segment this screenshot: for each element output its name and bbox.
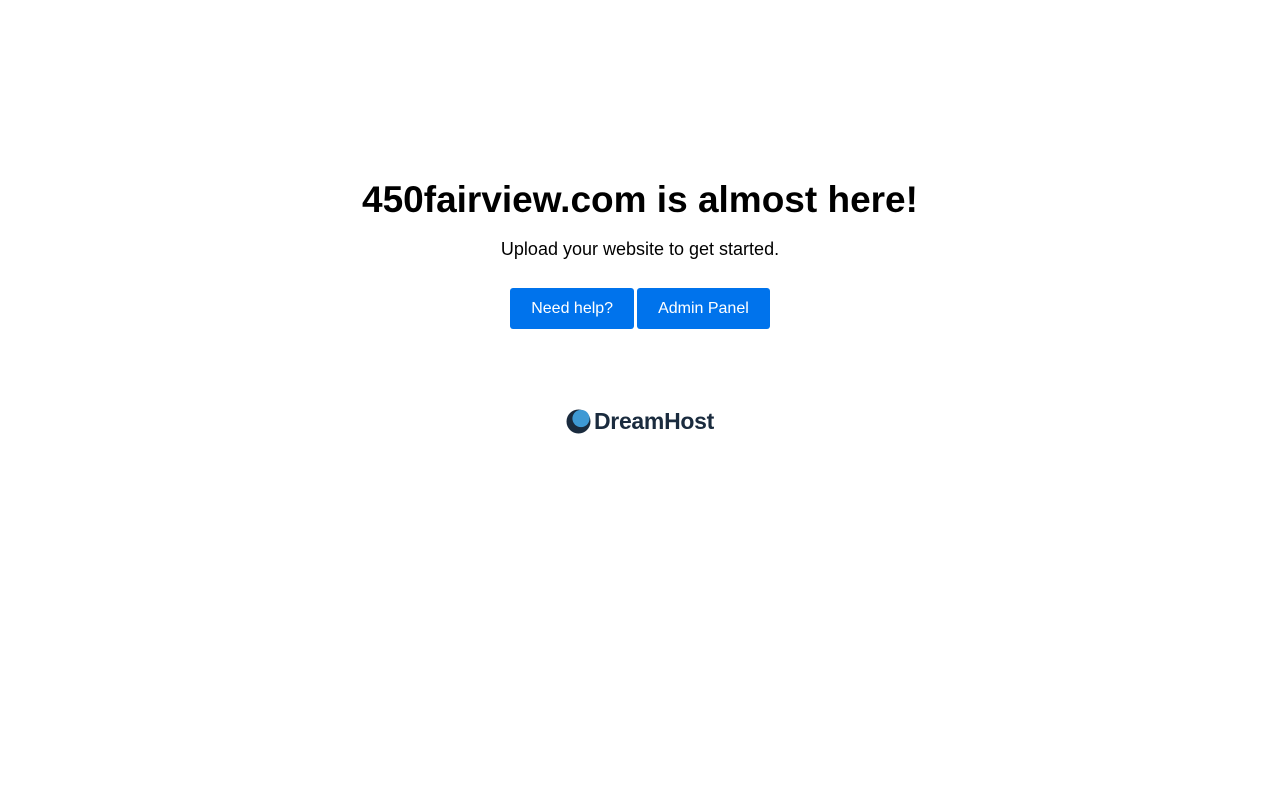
page-subtitle: Upload your website to get started.	[500, 239, 780, 259]
page-title: 450fairview.com is almost here!	[362, 179, 918, 220]
need-help-button[interactable]: Need help?	[510, 288, 635, 329]
button-group: Need help? Admin Panel	[0, 288, 1280, 329]
main-content: 450fairview.com is almost here! Upload y…	[0, 178, 1280, 329]
logo-wrapper: DreamHost	[566, 408, 714, 434]
dreamhost-logo[interactable]: DreamHost	[0, 408, 1280, 434]
brand-name: DreamHost	[593, 408, 714, 434]
dreamhost-moon-icon	[566, 409, 591, 433]
landing-page: 450fairview.com is almost here! Upload y…	[0, 0, 1280, 800]
admin-panel-button[interactable]: Admin Panel	[637, 288, 770, 329]
